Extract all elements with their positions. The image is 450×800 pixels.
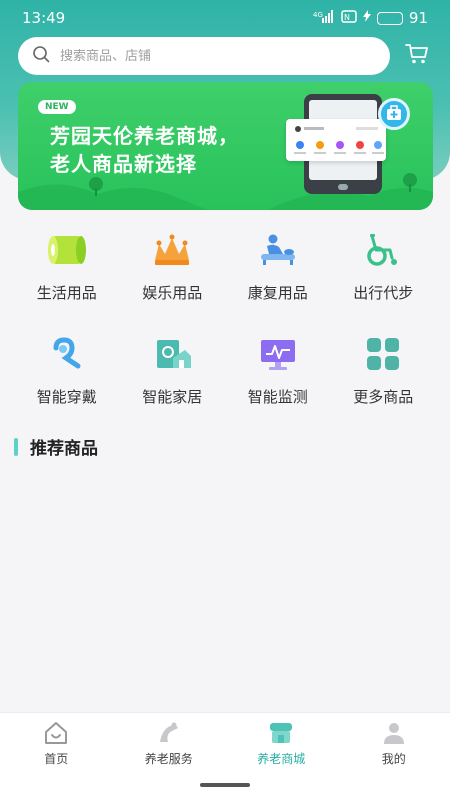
network-type: 4G xyxy=(313,11,323,19)
category-mobility[interactable]: 出行代步 xyxy=(331,226,437,312)
section-title: 推荐商品 xyxy=(30,439,98,459)
search-icon xyxy=(32,45,50,67)
nfc-icon: N xyxy=(341,9,357,27)
banner-new-tag: NEW xyxy=(38,100,76,114)
cart-icon xyxy=(405,43,429,69)
category-wearables[interactable]: 智能穿戴 xyxy=(14,330,120,416)
status-indicators: 4G N 91 xyxy=(313,9,428,27)
promo-banner[interactable]: NEW 芳园天伦养老商城， 老人商品新选择 xyxy=(18,82,433,210)
crown-icon xyxy=(150,230,194,270)
section-accent-bar xyxy=(14,437,18,456)
monitor-icon xyxy=(256,334,300,374)
category-label: 智能监测 xyxy=(247,388,308,406)
search-input[interactable] xyxy=(60,48,340,64)
grid-icon xyxy=(361,334,405,374)
category-smart-home[interactable]: 智能家居 xyxy=(120,330,226,416)
banner-headline: 芳园天伦养老商城， xyxy=(50,124,239,148)
signal-icon: 4G xyxy=(313,9,335,27)
category-label: 智能穿戴 xyxy=(36,388,97,406)
category-grid: 生活用品 娱乐用品 康复用品 出行代步 智能穿戴 智能家居 智能监测 更多商品 xyxy=(14,226,436,416)
medical-kit-icon xyxy=(378,98,410,130)
category-rehab[interactable]: 康复用品 xyxy=(225,226,331,312)
elder-service-icon xyxy=(156,720,182,746)
home-icon xyxy=(43,720,69,746)
recommended-section-header: 推荐商品 xyxy=(14,434,98,459)
tissue-roll-icon xyxy=(45,230,89,270)
tab-label: 首页 xyxy=(44,751,69,766)
status-bar: 13:49 4G N 91 xyxy=(0,0,450,36)
category-label: 生活用品 xyxy=(36,284,97,302)
tab-label: 养老服务 xyxy=(144,751,193,766)
category-label: 娱乐用品 xyxy=(142,284,203,302)
category-more[interactable]: 更多商品 xyxy=(331,330,437,416)
category-label: 康复用品 xyxy=(247,284,308,302)
tab-label: 养老商城 xyxy=(257,751,306,766)
shop-icon xyxy=(268,720,294,746)
profile-icon xyxy=(381,720,407,746)
battery-level: 91 xyxy=(408,9,428,27)
tab-shop[interactable]: 养老商城 xyxy=(225,713,338,773)
home-indicator xyxy=(200,783,250,787)
bottom-tabbar: 首页 养老服务 养老商城 我的 xyxy=(0,712,450,800)
app-card-illustration xyxy=(286,119,386,161)
category-label: 智能家居 xyxy=(142,388,203,406)
category-label: 更多商品 xyxy=(353,388,414,406)
tab-elder-service[interactable]: 养老服务 xyxy=(113,713,226,773)
category-label: 出行代步 xyxy=(353,284,414,302)
category-smart-monitor[interactable]: 智能监测 xyxy=(225,330,331,416)
wheelchair-icon xyxy=(361,230,405,270)
search-box[interactable] xyxy=(18,37,390,75)
tab-home[interactable]: 首页 xyxy=(0,713,113,773)
svg-text:N: N xyxy=(344,13,350,22)
charging-icon xyxy=(362,10,371,26)
battery-icon xyxy=(376,11,403,25)
earpiece-icon xyxy=(45,334,89,374)
massage-icon xyxy=(256,230,300,270)
cart-button[interactable] xyxy=(404,43,430,69)
category-life-goods[interactable]: 生活用品 xyxy=(14,226,120,312)
tab-label: 我的 xyxy=(381,751,406,766)
search-row xyxy=(18,37,438,75)
tab-profile[interactable]: 我的 xyxy=(338,713,450,773)
category-entertainment[interactable]: 娱乐用品 xyxy=(120,226,226,312)
status-time: 13:49 xyxy=(22,9,66,27)
smart-home-icon xyxy=(150,334,194,374)
